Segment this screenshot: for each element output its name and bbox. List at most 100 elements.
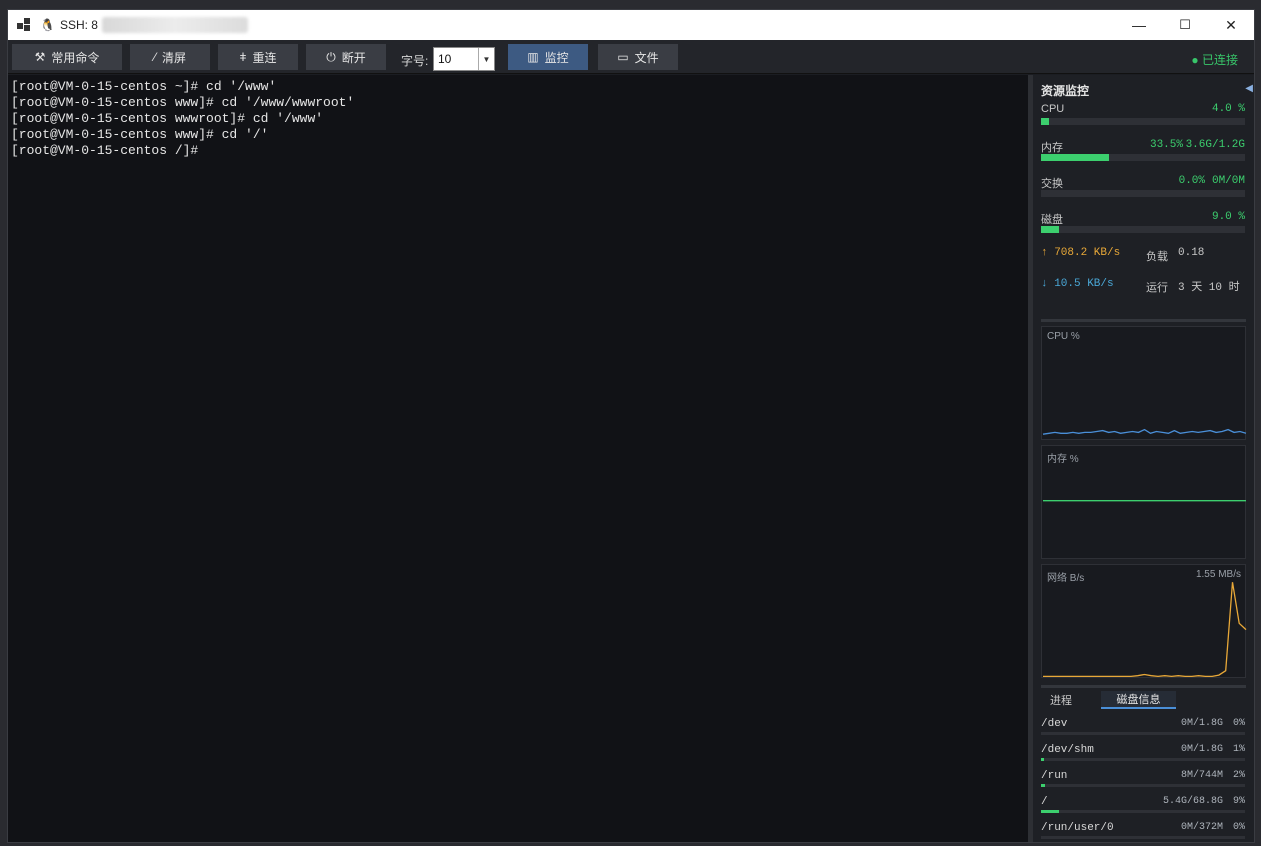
disk-usage-fill [1041,810,1060,813]
terminal-line: [root@VM-0-15-centos wwwroot]# cd '/www' [11,111,324,126]
load-value: 0.18 [1178,247,1205,259]
cpu-bar-fill [1041,118,1050,125]
memory-bar-fill [1041,154,1110,161]
disconnect-label: 断开 [341,50,366,65]
monitor-label: 监控 [544,50,569,65]
cpu-bar [1041,118,1245,125]
font-size-label: 字号: [401,54,429,68]
disk-percent: 9% [1232,796,1245,807]
reconnect-button[interactable]: ǂ 重连 [218,44,298,70]
clear-screen-label: 清屏 [162,50,187,65]
swap-label: 交换 [1041,178,1063,190]
memory-chart: 内存 % [1041,445,1246,559]
chevron-down-icon[interactable]: ▼ [478,48,494,70]
series-line [1042,428,1247,435]
network-chart-title: 网络 B/s [1047,573,1085,584]
terminal-line: [root@VM-0-15-centos www]# cd '/www/wwwr… [11,95,355,110]
terminal-line: [root@VM-0-15-centos /]# [11,143,199,158]
swap-detail: 0M/0M [1211,175,1245,187]
memory-label: 内存 [1041,142,1063,154]
maximize-button[interactable]: ☐ [1162,10,1208,40]
brush-icon: ⁄ [153,50,156,64]
disk-usage-fill [1041,784,1046,787]
disk-row: /dev/shm 0M/1.8G 1% [1041,744,1245,764]
memory-percent: 33.5% [1149,139,1183,151]
chart-svg [1042,428,1247,435]
cpu-metric: CPU 4.0 % [1041,103,1245,127]
disk-bar-fill [1041,226,1060,233]
linux-icon: 🐧 [40,18,55,32]
connection-status: ● 已连接 [1191,53,1238,67]
files-button[interactable]: ▭ 文件 [598,44,678,70]
divider [1041,685,1246,688]
redacted-host [101,17,248,33]
window-title: SSH: 8 [59,18,98,32]
common-commands-label: 常用命令 [51,50,100,65]
resource-monitor-panel: 资源监控 ◀ CPU 4.0 % 内存 33.5% 3.6G/1.2G 交换 0… [1033,75,1254,842]
disk-mount: /run [1041,770,1068,782]
tools-icon: ⚒ [34,50,46,64]
disk-percent: 1% [1232,744,1245,755]
disk-label: 磁盘 [1041,214,1063,226]
cpu-chart: CPU % [1041,326,1247,440]
disconnect-button[interactable]: ⏻ 断开 [306,44,386,70]
net-upload: ↑ 708.2 KB/s [1041,247,1121,259]
disk-usage-bar [1041,810,1245,813]
memory-detail: 3.6G/1.2G [1185,139,1245,151]
memory-bar [1041,154,1245,161]
net-download: ↓ 10.5 KB/s [1041,278,1114,290]
load-label: 负载 [1146,251,1168,263]
network-chart-max: 1.55 MB/s [1195,569,1241,580]
swap-percent: 0.0% [1178,175,1205,187]
disk-size: 5.4G/68.8G [1162,796,1223,807]
disk-percent: 9.0 % [1211,211,1245,223]
disk-size: 8M/744M [1180,770,1223,781]
terminal-output[interactable]: [root@VM-0-15-centos ~]# cd '/www' [root… [8,75,1028,842]
disk-mount: /dev [1041,718,1068,730]
memory-chart-title: 内存 % [1047,454,1079,465]
disk-percent: 2% [1232,770,1245,781]
disk-usage-bar [1041,784,1245,787]
plug-icon: ǂ [239,50,247,64]
disk-metric: 磁盘 9.0 % [1041,211,1245,235]
disk-percent: 0% [1232,822,1245,833]
toolbar: ⚒ 常用命令 ⁄ 清屏 ǂ 重连 ⏻ 断开 字号: 10 ▼ ▥ 监控 ▭ 文件… [8,40,1254,74]
disk-row: /run/user/0 0M/372M 0% [1041,822,1245,842]
disk-usage-fill [1041,758,1045,761]
disk-usage-bar [1041,732,1245,735]
disk-usage-bar [1041,836,1245,839]
tab-disk-info[interactable]: 磁盘信息 [1101,691,1176,709]
close-button[interactable]: ✕ [1208,10,1254,40]
divider [1041,319,1246,322]
cpu-label: CPU [1041,103,1065,115]
cpu-chart-title: CPU % [1047,331,1080,342]
chart-icon: ▥ [527,50,539,64]
app-icon [17,18,31,32]
minimize-button[interactable]: — [1116,10,1162,40]
title-bar[interactable]: 🐧 SSH: 8 — ☐ ✕ [8,10,1254,40]
monitor-button[interactable]: ▥ 监控 [508,44,588,70]
folder-icon: ▭ [617,50,629,64]
disk-row: /dev 0M/1.8G 0% [1041,718,1245,738]
disk-row: /run 8M/744M 2% [1041,770,1245,790]
tab-process[interactable]: 进程 [1041,691,1081,709]
font-size-value[interactable]: 10 [434,52,478,66]
swap-bar [1041,190,1245,197]
disk-usage-bar [1041,758,1245,761]
disk-bar [1041,226,1245,233]
series-line [1043,582,1247,678]
clear-screen-button[interactable]: ⁄ 清屏 [130,44,210,70]
power-icon: ⏻ [326,49,336,64]
font-size-select[interactable]: 10 ▼ [433,47,495,71]
collapse-icon[interactable]: ◀ [1245,83,1253,94]
ssh-window: 🐧 SSH: 8 — ☐ ✕ ⚒ 常用命令 ⁄ 清屏 ǂ 重连 ⏻ 断开 字号:… [7,9,1255,843]
disk-mount: / [1041,796,1048,808]
panel-tabs: 进程 磁盘信息 [1041,691,1246,709]
common-commands-button[interactable]: ⚒ 常用命令 [12,44,122,70]
disk-row: / 5.4G/68.8G 9% [1041,796,1245,816]
disk-mount: /run/user/0 [1041,822,1114,834]
disk-size: 0M/1.8G [1180,744,1223,755]
uptime-value: 3 天 10 时 [1178,282,1240,294]
cpu-percent: 4.0 % [1211,103,1245,115]
memory-metric: 内存 33.5% 3.6G/1.2G [1041,139,1245,163]
